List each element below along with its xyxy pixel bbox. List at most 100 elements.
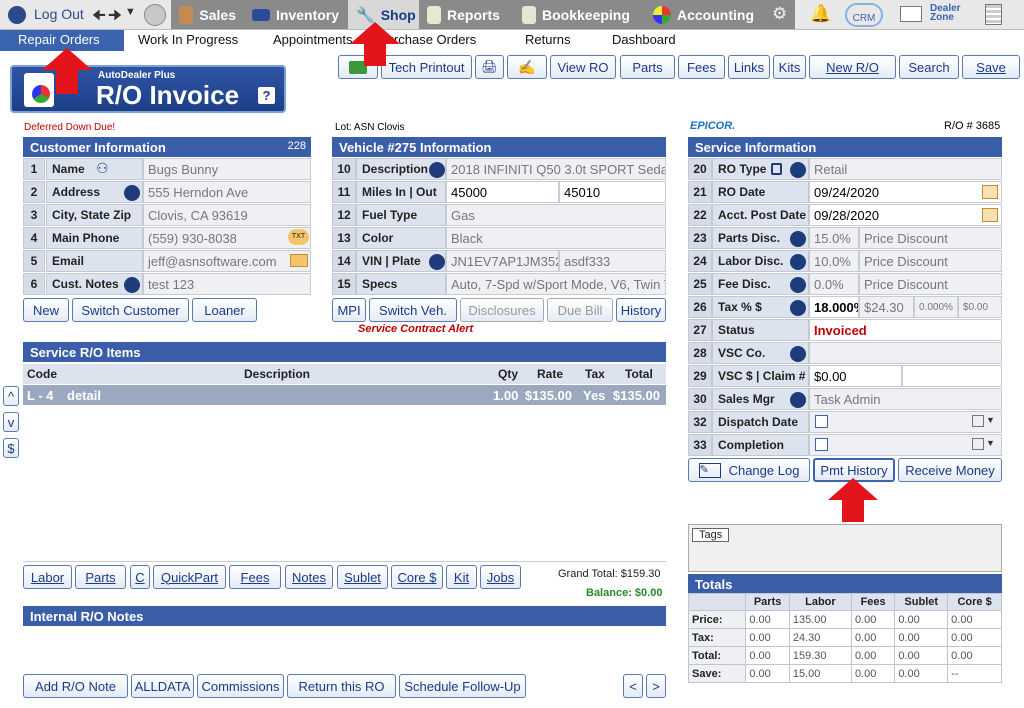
table-row[interactable]: L - 4 detail 1.00 $135.00 Yes $135.00	[23, 385, 666, 405]
tags-box[interactable]: Tags	[688, 524, 1002, 572]
lookup-icon[interactable]	[429, 162, 445, 178]
chevron-down-icon[interactable]: ▼	[125, 6, 136, 18]
notes-button[interactable]: Notes	[285, 565, 333, 589]
lookup-icon[interactable]	[124, 277, 140, 293]
switch-customer-button[interactable]: Switch Customer	[72, 298, 189, 322]
service-field[interactable]: 18.000%	[809, 296, 859, 318]
new-customer-button[interactable]: New	[23, 298, 69, 322]
service-field[interactable]: Invoiced	[809, 319, 1002, 341]
crm-button[interactable]: CRM	[845, 3, 883, 27]
vehicle-field[interactable]: Gas	[446, 204, 666, 226]
service-field[interactable]: 09/24/2020	[809, 181, 1002, 203]
vehicle-field[interactable]: asdf333	[559, 250, 666, 272]
kits-button[interactable]: Kits	[773, 55, 806, 79]
tab-returns[interactable]: Returns	[525, 32, 571, 47]
fees-button[interactable]: Fees	[678, 55, 725, 79]
customer-field[interactable]: jeff@asnsoftware.com	[143, 250, 311, 272]
service-field[interactable]: 10.0%	[809, 250, 859, 272]
links-button[interactable]: Links	[728, 55, 770, 79]
settings-button[interactable]: ⚙	[767, 0, 795, 29]
nav-sales[interactable]: Sales	[171, 0, 244, 29]
loaner-button[interactable]: Loaner	[192, 298, 257, 322]
lock-icon[interactable]	[771, 163, 782, 175]
labor-button[interactable]: Labor	[23, 565, 72, 589]
calendar-icon[interactable]	[982, 185, 998, 199]
bell-icon[interactable]: 🔔	[810, 4, 831, 24]
checkbox[interactable]	[815, 438, 828, 451]
sublet-button[interactable]: Sublet	[337, 565, 388, 589]
email-icon[interactable]	[290, 254, 308, 267]
due-bill-button[interactable]: Due Bill	[547, 298, 613, 322]
logout-link[interactable]: Log Out	[34, 6, 84, 22]
customer-field[interactable]: test 123	[143, 273, 311, 295]
service-field[interactable]: $0.00	[958, 296, 1002, 318]
customer-field[interactable]: 555 Herndon Ave	[143, 181, 311, 203]
items-parts-button[interactable]: Parts	[75, 565, 126, 589]
search-button[interactable]: Search	[899, 55, 959, 79]
service-field[interactable]: Retail	[809, 158, 1002, 180]
tab-dashboard[interactable]: Dashboard	[612, 32, 676, 47]
grid-icon[interactable]	[972, 438, 984, 450]
service-field[interactable]: Price Discount	[859, 273, 1002, 295]
vehicle-field[interactable]: 45000	[446, 181, 559, 203]
receive-money-button[interactable]: Receive Money	[898, 458, 1002, 482]
service-field[interactable]	[902, 365, 1002, 387]
service-field[interactable]: 15.0%	[809, 227, 859, 249]
service-field[interactable]: $24.30	[859, 296, 914, 318]
logout-icon[interactable]	[8, 6, 26, 24]
lookup-icon[interactable]	[790, 300, 806, 316]
add-ro-note-button[interactable]: Add R/O Note	[23, 674, 128, 698]
service-field[interactable]: Task Admin	[809, 388, 1002, 410]
service-field[interactable]: 0.000%	[914, 296, 958, 318]
prev-button[interactable]: <	[623, 674, 643, 698]
checkbox[interactable]	[815, 415, 828, 428]
switch-vehicle-button[interactable]: Switch Veh.	[369, 298, 457, 322]
move-up-button[interactable]: ^	[3, 386, 19, 406]
change-log-button[interactable]: ✎ Change Log	[688, 458, 810, 482]
customer-field[interactable]: (559) 930-8038	[143, 227, 311, 249]
service-field[interactable]: $0.00	[809, 365, 902, 387]
service-field[interactable]: 0.0%	[809, 273, 859, 295]
lookup-icon[interactable]	[790, 162, 806, 178]
back-arrow-icon[interactable]: 🠈	[92, 5, 106, 30]
lookup-icon[interactable]	[790, 346, 806, 362]
service-field[interactable]	[809, 342, 1002, 364]
service-field[interactable]: Price Discount	[859, 227, 1002, 249]
add-person-icon[interactable]: ⚇	[96, 160, 109, 177]
customer-field[interactable]: Clovis, CA 93619	[143, 204, 311, 226]
alldata-button[interactable]: ALLDATA	[131, 674, 194, 698]
vehicle-field[interactable]: 2018 INFINITI Q50 3.0t SPORT Sedan 4D	[446, 158, 666, 180]
lookup-icon[interactable]	[429, 254, 445, 270]
lookup-icon[interactable]	[790, 392, 806, 408]
new-ro-button[interactable]: New R/O	[809, 55, 896, 79]
items-fees-button[interactable]: Fees	[229, 565, 281, 589]
notes-area[interactable]	[23, 627, 666, 669]
tab-appointments[interactable]: Appointments	[273, 32, 353, 47]
chevron-down-icon[interactable]: ▼	[986, 438, 995, 448]
jobs-button[interactable]: Jobs	[480, 565, 521, 589]
dealer-zone-label[interactable]: Dealer Zone	[930, 4, 970, 23]
lookup-icon[interactable]	[790, 231, 806, 247]
tab-work-in-progress[interactable]: Work In Progress	[138, 32, 238, 47]
view-ro-button[interactable]: View RO	[550, 55, 616, 79]
c-button[interactable]: C	[130, 565, 150, 589]
print-button[interactable]: 🖨	[475, 55, 504, 79]
move-down-button[interactable]: v	[3, 412, 19, 432]
disclosures-button[interactable]: Disclosures	[460, 298, 544, 322]
lookup-icon[interactable]	[790, 254, 806, 270]
history-button[interactable]: History	[616, 298, 666, 322]
customer-field[interactable]: Bugs Bunny	[143, 158, 311, 180]
nav-bookkeeping[interactable]: Bookkeeping	[514, 0, 645, 29]
user-avatar-icon[interactable]	[144, 4, 166, 26]
core-button[interactable]: Core $	[391, 565, 443, 589]
help-icon[interactable]: ?	[258, 87, 275, 104]
calendar-icon[interactable]	[982, 208, 998, 222]
parts-button[interactable]: Parts	[620, 55, 675, 79]
vehicle-field[interactable]: 45010	[559, 181, 666, 203]
signature-button[interactable]: ✍	[507, 55, 547, 79]
calculator-icon[interactable]	[985, 4, 1002, 25]
commissions-button[interactable]: Commissions	[197, 674, 284, 698]
forward-arrow-icon[interactable]: 🠊	[108, 5, 122, 30]
schedule-follow-up-button[interactable]: Schedule Follow-Up	[399, 674, 526, 698]
mpi-button[interactable]: MPI	[332, 298, 366, 322]
